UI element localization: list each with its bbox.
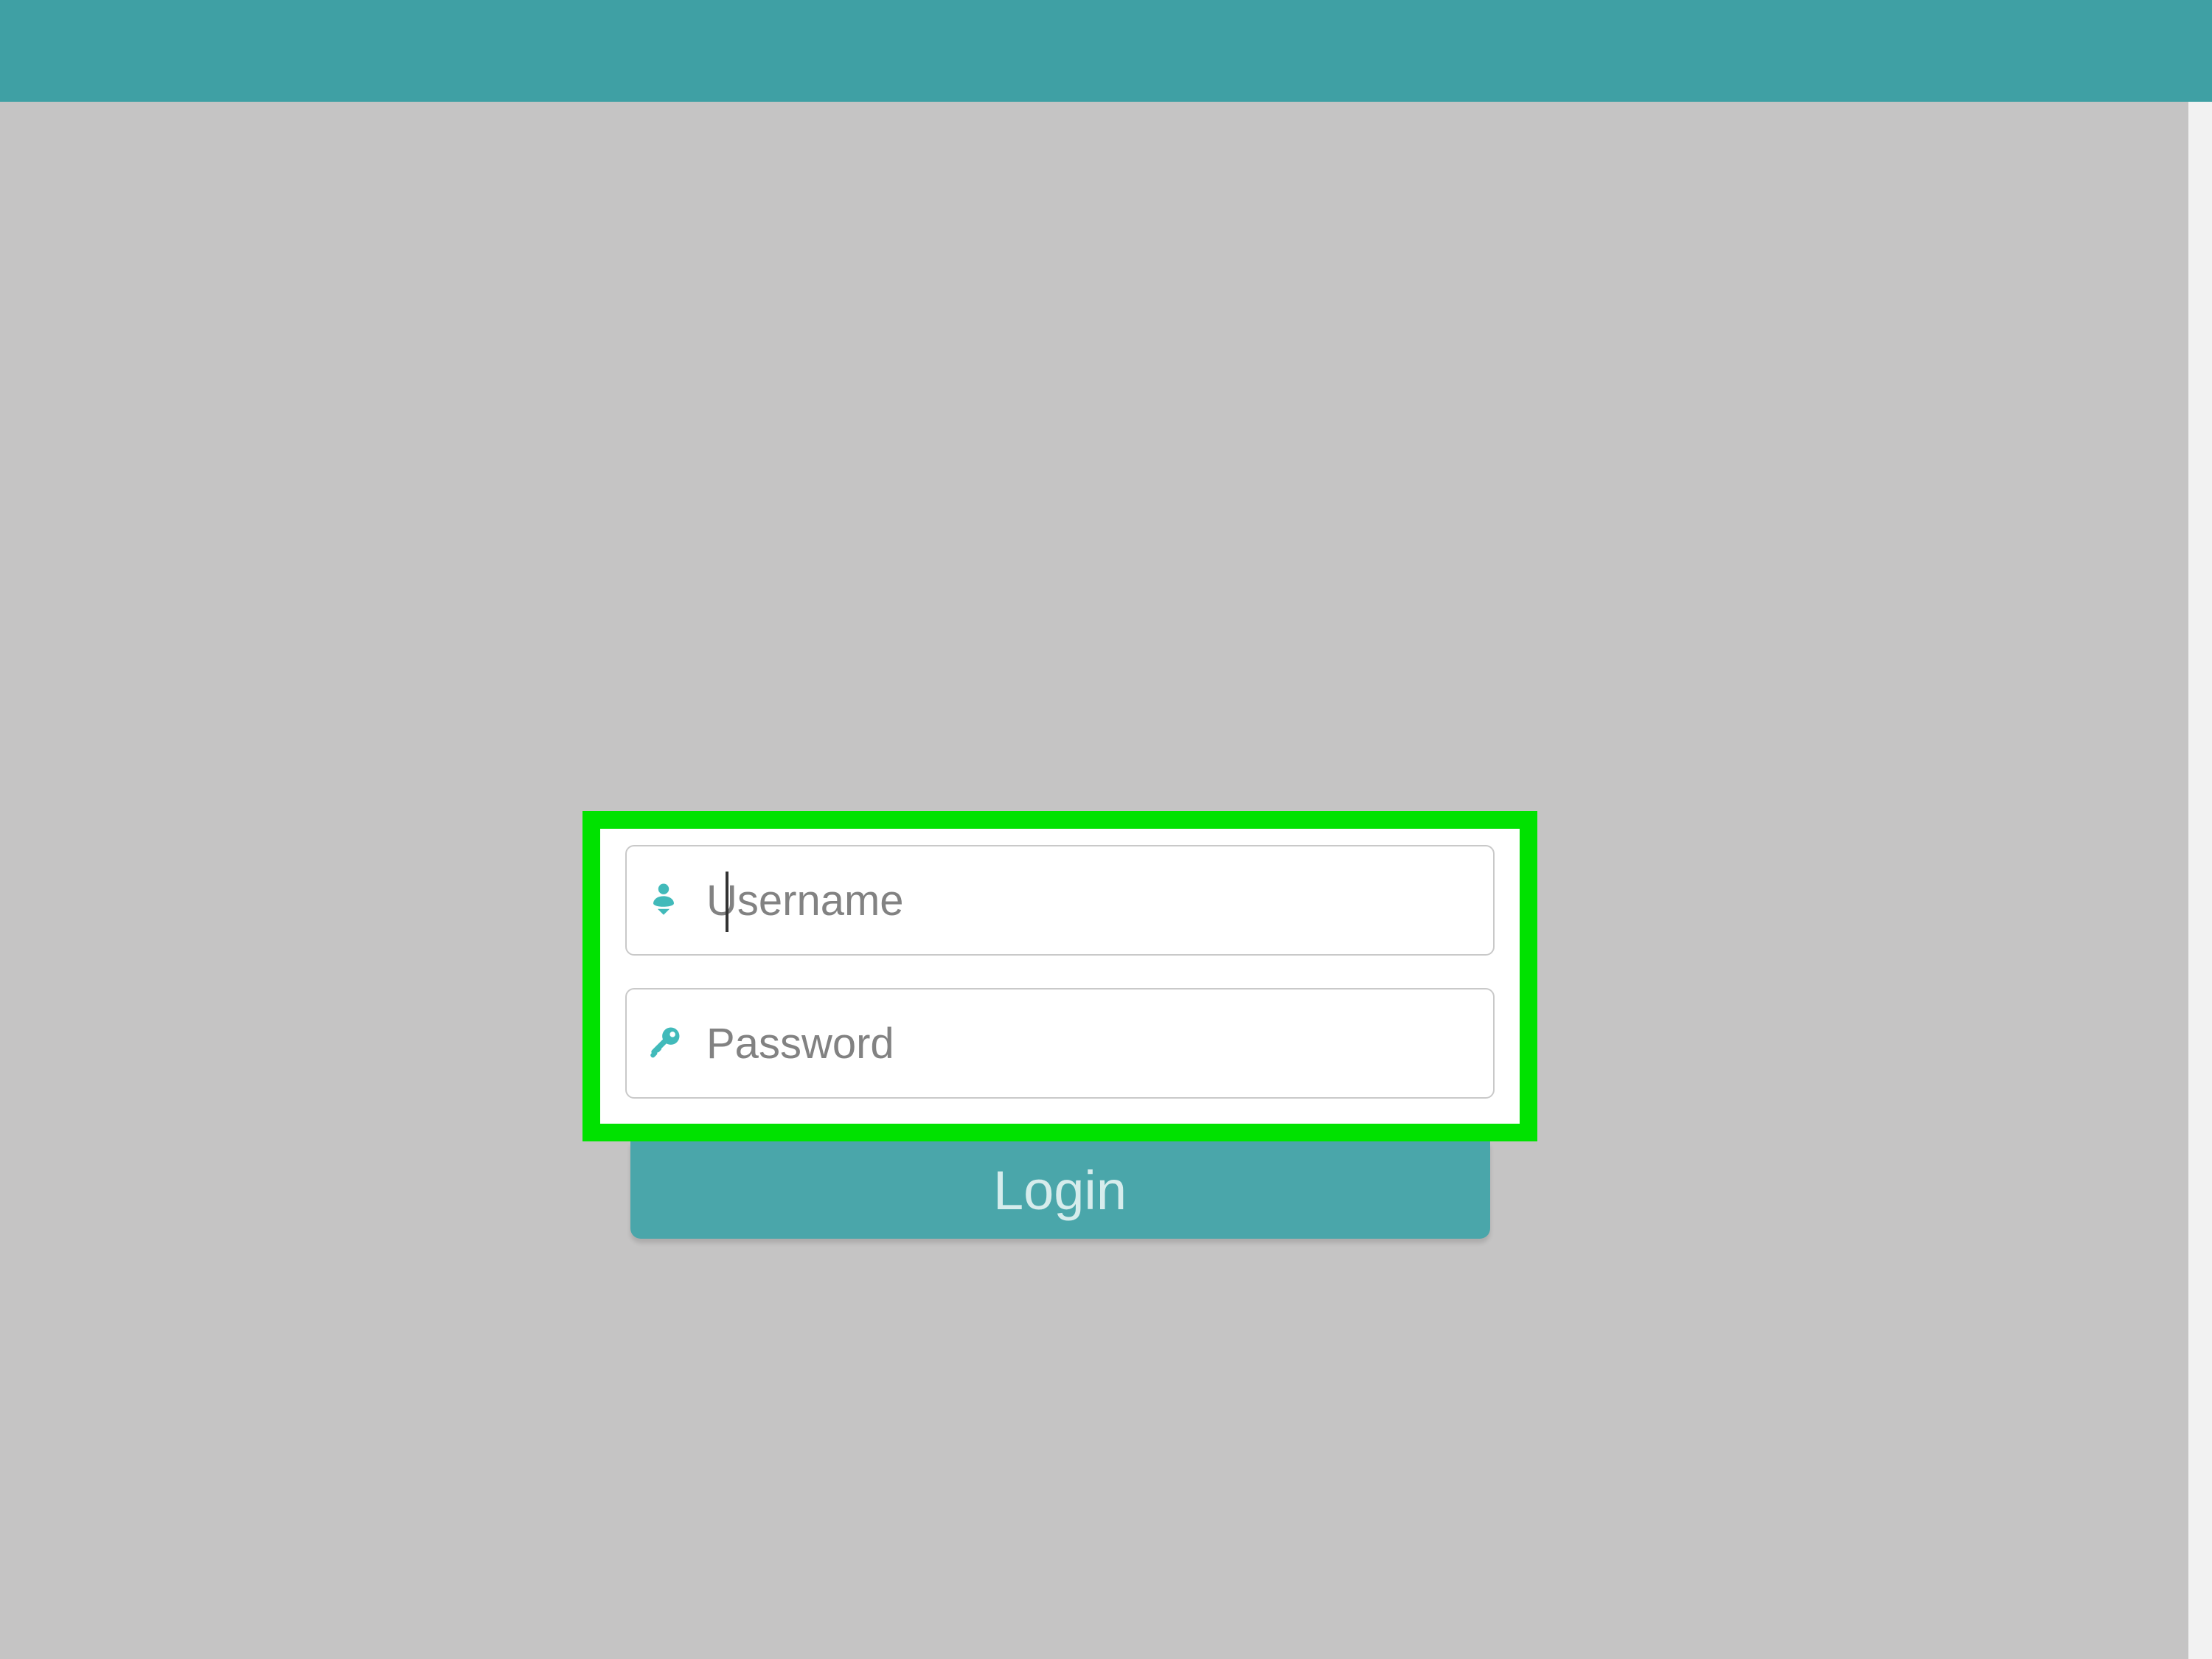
- key-icon: [641, 1021, 686, 1065]
- password-field-wrapper[interactable]: [625, 988, 1495, 1099]
- scrollbar[interactable]: [2188, 102, 2212, 1659]
- text-caret: [726, 872, 728, 932]
- user-icon: [641, 878, 686, 922]
- password-input[interactable]: [706, 990, 1478, 1097]
- header-bar: [0, 0, 2212, 102]
- login-button[interactable]: Login: [630, 1141, 1490, 1239]
- highlight-annotation: [582, 811, 1537, 1141]
- username-input[interactable]: [706, 846, 1478, 954]
- login-form: Login: [582, 811, 1537, 1239]
- username-field-wrapper[interactable]: [625, 845, 1495, 956]
